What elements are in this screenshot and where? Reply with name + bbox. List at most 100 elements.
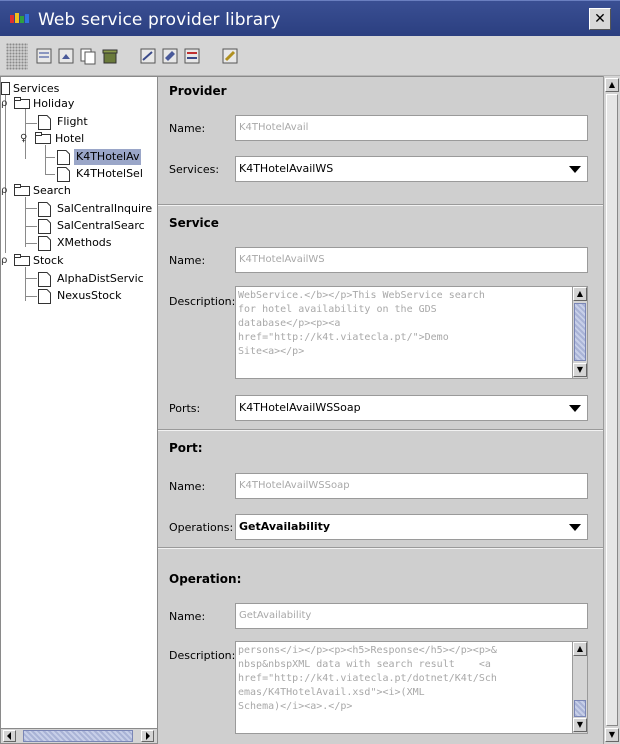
expand-handle-icon[interactable]: ρ bbox=[1, 253, 7, 269]
port-operations-label: Operations: bbox=[169, 521, 234, 534]
tree-node-search[interactable]: ρ Search bbox=[1, 183, 157, 199]
toolbar-grip[interactable] bbox=[6, 43, 28, 70]
arrow-left-icon bbox=[7, 732, 11, 740]
operation-description-scrollbar[interactable]: ▲ ▼ bbox=[572, 642, 587, 733]
document-icon bbox=[38, 272, 51, 287]
operations-dropdown[interactable]: GetAvailability bbox=[235, 514, 588, 540]
tree-node-label: K4THotelAv bbox=[74, 149, 142, 165]
details-scroll-thumb[interactable] bbox=[606, 94, 618, 726]
copy-button[interactable] bbox=[78, 46, 98, 66]
search-icon bbox=[140, 48, 156, 64]
folder-icon bbox=[14, 97, 30, 109]
operation-name-field[interactable]: GetAvailability bbox=[235, 603, 588, 629]
section-divider bbox=[158, 204, 603, 206]
expand-handle-icon[interactable]: ρ bbox=[1, 183, 7, 199]
document-icon bbox=[38, 202, 51, 217]
scroll-thumb[interactable] bbox=[574, 700, 586, 717]
service-description-scrollbar[interactable]: ▲ ▼ bbox=[572, 287, 587, 378]
services-tree[interactable]: Services ρ Holiday Flight ♀ Hotel K4THot… bbox=[0, 76, 158, 744]
tree-node-label: K4THotelSel bbox=[76, 167, 143, 180]
tree-node-salcentralinquire[interactable]: SalCentralInquire bbox=[1, 201, 157, 217]
service-ports-label: Ports: bbox=[169, 402, 201, 415]
operation-description-label: Description: bbox=[169, 649, 236, 662]
tree-node-label: SalCentralSearc bbox=[57, 219, 145, 232]
tree-node-holiday[interactable]: ρ Holiday bbox=[1, 96, 157, 112]
tree-node-k4thotelavail[interactable]: K4THotelAv bbox=[1, 149, 157, 165]
chevron-down-icon bbox=[569, 405, 581, 412]
title-bar: Web service provider library ✕ bbox=[0, 0, 620, 36]
tree-node-salcentralsearch[interactable]: SalCentralSearc bbox=[1, 218, 157, 234]
new-service-button[interactable] bbox=[34, 46, 54, 66]
folder-icon bbox=[14, 184, 30, 196]
document-icon bbox=[38, 115, 51, 130]
tree-node-label: AlphaDistServic bbox=[57, 272, 144, 285]
search-button[interactable] bbox=[138, 46, 158, 66]
service-name-label: Name: bbox=[169, 254, 206, 267]
scroll-down-button[interactable]: ▼ bbox=[573, 363, 587, 377]
port-name-label: Name: bbox=[169, 480, 206, 493]
scroll-left-button[interactable] bbox=[3, 730, 16, 742]
scroll-down-button[interactable]: ▼ bbox=[573, 718, 587, 732]
arrow-right-icon bbox=[146, 732, 150, 740]
folder-icon bbox=[14, 254, 30, 266]
tree-node-stock[interactable]: ρ Stock bbox=[1, 253, 157, 269]
service-description-field[interactable]: WebService.</b></p>This WebService searc… bbox=[235, 286, 588, 379]
close-button[interactable]: ✕ bbox=[589, 8, 611, 30]
expand-handle-icon[interactable]: ρ bbox=[1, 96, 7, 112]
help-icon bbox=[222, 48, 238, 64]
port-name-field[interactable]: K4THotelAvailWSSoap bbox=[235, 473, 588, 499]
services-selected-value: K4THotelAvailWS bbox=[239, 162, 334, 175]
import-icon bbox=[58, 48, 74, 64]
collapse-handle-icon[interactable]: ♀ bbox=[20, 131, 27, 147]
edit-button[interactable] bbox=[160, 46, 180, 66]
document-icon bbox=[1, 82, 10, 95]
tree-node-k4thotelsel[interactable]: K4THotelSel bbox=[1, 166, 157, 182]
chevron-down-icon bbox=[569, 166, 581, 173]
provider-heading: Provider bbox=[169, 84, 227, 98]
service-description-label: Description: bbox=[169, 295, 236, 308]
copy-icon bbox=[80, 48, 96, 65]
scroll-down-button[interactable]: ▼ bbox=[605, 728, 619, 742]
document-icon bbox=[57, 150, 70, 165]
service-name-field[interactable]: K4THotelAvailWS bbox=[235, 247, 588, 273]
tree-node-label: Holiday bbox=[33, 97, 75, 110]
tree-node-flight[interactable]: Flight bbox=[1, 114, 157, 130]
tree-node-nexusstock[interactable]: NexusStock bbox=[1, 288, 157, 304]
new-service-icon bbox=[36, 48, 52, 64]
tree-node-label: Hotel bbox=[55, 132, 85, 145]
folder-icon bbox=[35, 132, 51, 144]
tree-node-hotel[interactable]: ♀ Hotel bbox=[1, 131, 157, 147]
service-heading: Service bbox=[169, 216, 219, 230]
provider-services-label: Services: bbox=[169, 163, 220, 176]
help-button[interactable] bbox=[220, 46, 240, 66]
details-panel: Provider Name: K4THotelAvail Services: K… bbox=[158, 76, 603, 744]
delete-button[interactable] bbox=[100, 46, 120, 66]
app-logo-icon bbox=[10, 13, 29, 23]
tree-node-label: Stock bbox=[33, 254, 64, 267]
tree-node-label: SalCentralInquire bbox=[57, 202, 153, 215]
ports-dropdown[interactable]: K4THotelAvailWSSoap bbox=[235, 395, 588, 421]
details-vertical-scrollbar[interactable]: ▲ ▼ bbox=[603, 76, 620, 744]
scroll-thumb[interactable] bbox=[574, 303, 586, 361]
tree-node-alphadistservice[interactable]: AlphaDistServic bbox=[1, 271, 157, 287]
tree-scroll-thumb[interactable] bbox=[23, 730, 133, 742]
import-button[interactable] bbox=[56, 46, 76, 66]
tree-node-label: Search bbox=[33, 184, 71, 197]
operations-selected-value: GetAvailability bbox=[239, 520, 331, 533]
tree-node-services[interactable]: Services bbox=[1, 81, 157, 97]
provider-name-field[interactable]: K4THotelAvail bbox=[235, 115, 588, 141]
section-divider bbox=[158, 429, 603, 431]
section-divider bbox=[158, 547, 603, 549]
scroll-right-button[interactable] bbox=[141, 730, 154, 742]
scroll-up-button[interactable]: ▲ bbox=[573, 642, 587, 656]
operation-description-field[interactable]: persons</i></p><p><h5>Response</h5></p><… bbox=[235, 641, 588, 734]
operation-heading: Operation: bbox=[169, 572, 242, 586]
tree-node-xmethods[interactable]: XMethods bbox=[1, 235, 157, 251]
scroll-up-button[interactable]: ▲ bbox=[605, 78, 619, 92]
services-dropdown[interactable]: K4THotelAvailWS bbox=[235, 156, 588, 182]
scroll-up-button[interactable]: ▲ bbox=[573, 287, 587, 301]
tree-node-label: XMethods bbox=[57, 236, 112, 249]
publish-button[interactable] bbox=[182, 46, 202, 66]
document-icon bbox=[38, 219, 51, 234]
tree-horizontal-scrollbar[interactable] bbox=[1, 728, 157, 743]
